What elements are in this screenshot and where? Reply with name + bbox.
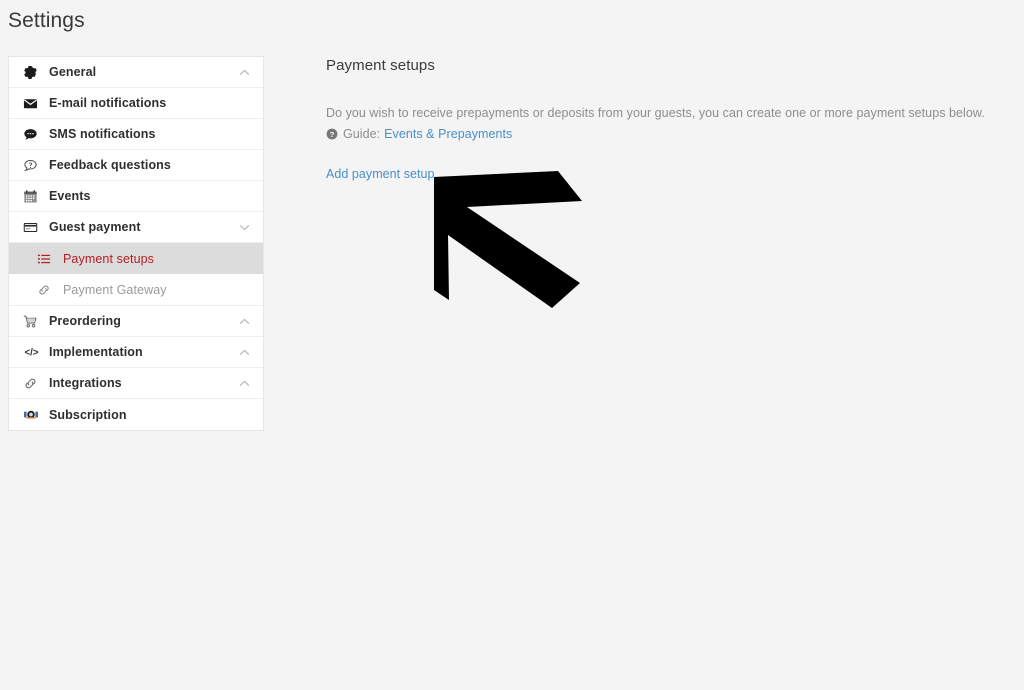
sidebar-item-label: Subscription [49, 407, 127, 422]
badge-icon [23, 405, 42, 424]
main-content: Payment setups Do you wish to receive pr… [326, 56, 986, 183]
sidebar-item-label: Integrations [49, 376, 122, 390]
sidebar-item-feedback-questions[interactable]: Feedback questions [9, 150, 263, 181]
question-bubble-icon [23, 156, 42, 175]
chevron-up-icon[interactable] [237, 65, 251, 79]
chevron-down-icon[interactable] [237, 220, 251, 234]
sidebar-subitem-payment-setups[interactable]: Payment setups [9, 243, 263, 274]
envelope-icon [23, 94, 42, 113]
sidebar-item-label: E-mail notifications [49, 96, 167, 110]
guide-label: Guide: [343, 127, 381, 141]
settings-sidebar: General E-mail notifications SMS notific… [8, 56, 264, 431]
sidebar-item-integrations[interactable]: Integrations [9, 368, 263, 399]
sidebar-item-general[interactable]: General [9, 57, 263, 88]
sidebar-item-label: SMS notifications [49, 127, 156, 141]
calendar-icon [23, 187, 42, 206]
question-mark-circle-icon: ? [326, 128, 338, 140]
sidebar-item-label: Events [49, 189, 91, 203]
chevron-up-icon[interactable] [237, 314, 251, 328]
credit-card-icon [23, 218, 42, 237]
sidebar-subitem-payment-gateway[interactable]: Payment Gateway [9, 274, 263, 305]
sidebar-subitem-label: Payment Gateway [63, 282, 167, 297]
sidebar-item-sms-notifications[interactable]: SMS notifications [9, 119, 263, 150]
sidebar-item-email-notifications[interactable]: E-mail notifications [9, 88, 263, 119]
sidebar-item-label: Guest payment [49, 220, 141, 234]
link-icon [23, 374, 42, 393]
page-title: Settings [8, 9, 85, 32]
add-payment-setup-link[interactable]: Add payment setup [326, 167, 435, 181]
sidebar-item-events[interactable]: Events [9, 181, 263, 212]
sidebar-item-label: Preordering [49, 314, 121, 328]
content-heading: Payment setups [326, 57, 435, 74]
content-description: Do you wish to receive prepayments or de… [326, 106, 985, 120]
link-icon [37, 281, 55, 299]
list-icon [37, 250, 55, 268]
sidebar-subitem-label: Payment setups [63, 251, 155, 266]
shopping-cart-icon [23, 312, 42, 331]
chevron-up-icon[interactable] [237, 345, 251, 359]
guide-link[interactable]: Events & Prepayments [384, 127, 512, 141]
sidebar-item-subscription[interactable]: Subscription [9, 399, 263, 430]
chat-bubble-icon [23, 125, 42, 144]
guest-payment-subnav: Payment setups Payment Gateway [9, 243, 263, 306]
arrow-up-left-pointer [430, 168, 582, 308]
svg-text:</>: </> [24, 347, 38, 358]
sidebar-item-implementation[interactable]: </> Implementation [9, 337, 263, 368]
sidebar-item-label: Implementation [49, 345, 143, 359]
sidebar-item-guest-payment[interactable]: Guest payment [9, 212, 263, 243]
sidebar-item-preordering[interactable]: Preordering [9, 306, 263, 337]
guide-line: ? Guide: Events & Prepayments [326, 127, 986, 141]
code-icon: </> [23, 343, 42, 362]
sidebar-item-label: General [49, 65, 97, 79]
chevron-up-icon[interactable] [237, 376, 251, 390]
svg-text:?: ? [330, 130, 335, 139]
gear-icon [23, 63, 42, 82]
sidebar-item-label: Feedback questions [49, 158, 171, 172]
